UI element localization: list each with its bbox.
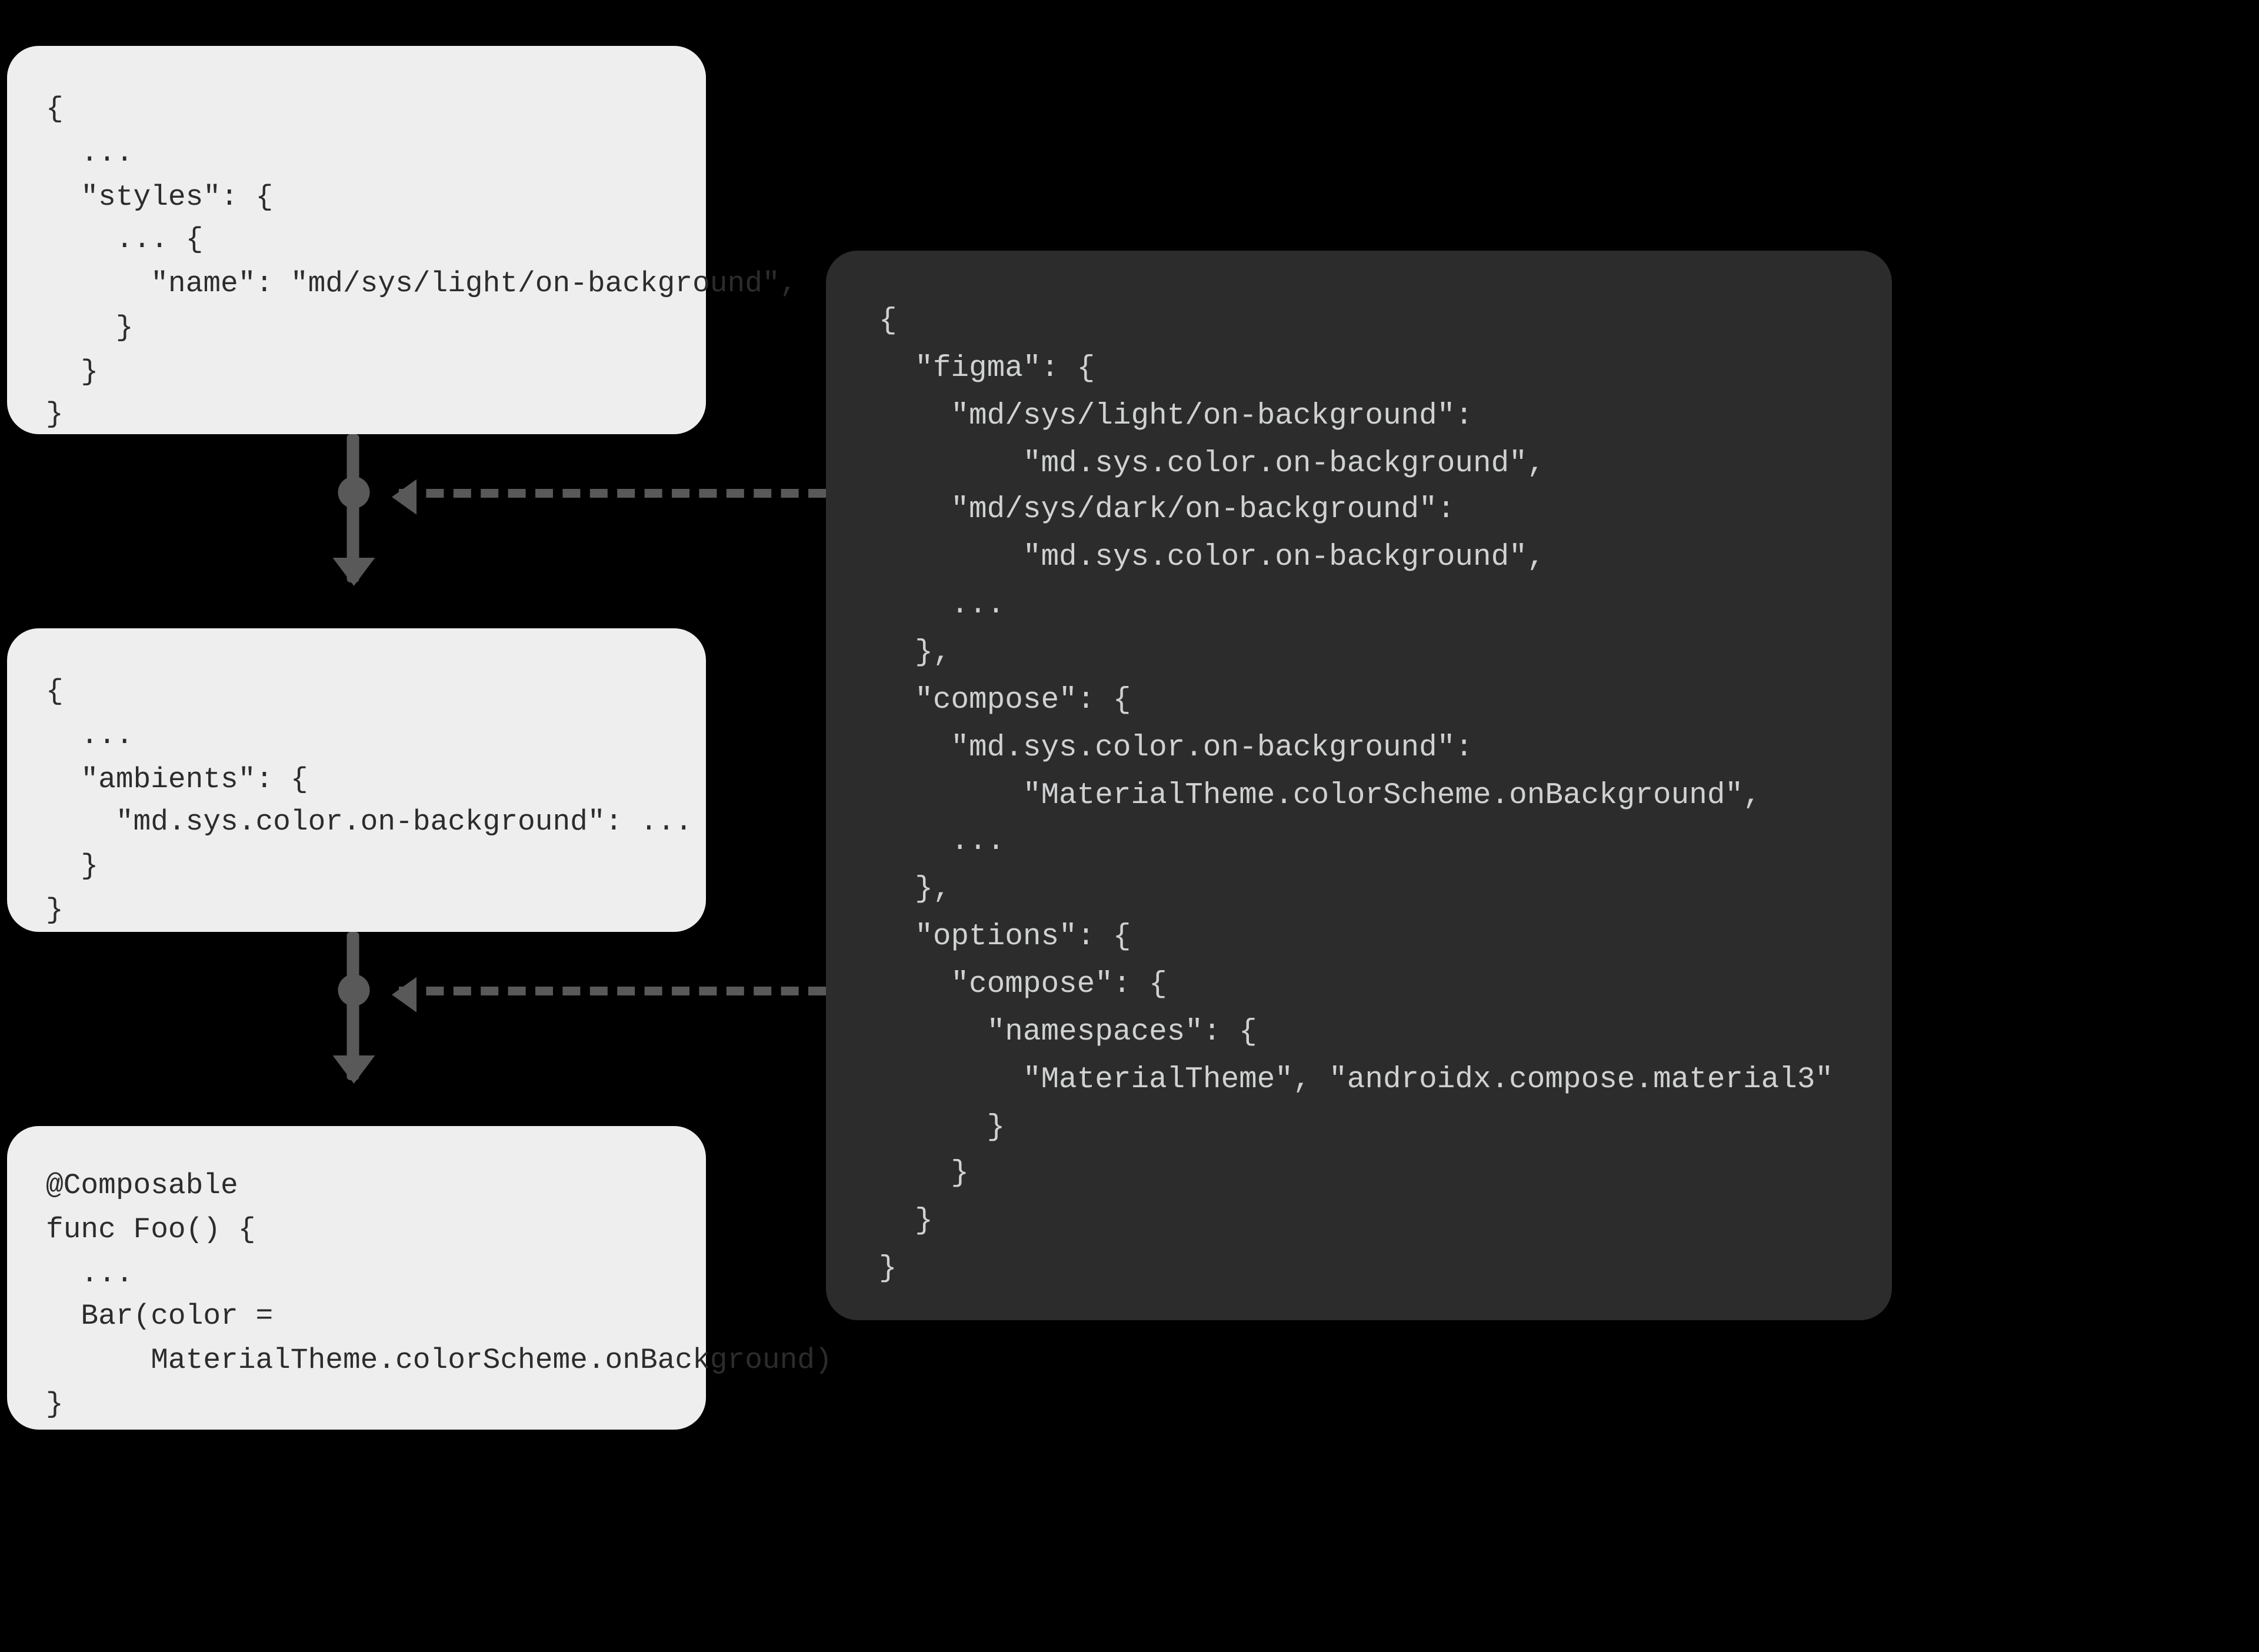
styles-json-code: { ... "styles": { ... { "name": "md/sys/… <box>46 88 667 438</box>
flow-arrow-2 <box>347 932 359 1080</box>
flow-node-icon <box>337 974 369 1006</box>
ambients-json-code: { ... "ambients": { "md.sys.color.on-bac… <box>46 671 667 933</box>
styles-json-card: { ... "styles": { ... { "name": "md/sys/… <box>7 46 706 434</box>
mapping-json-code: { "figma": { "md/sys/light/on-background… <box>879 300 1839 1295</box>
ambients-json-card: { ... "ambients": { "md.sys.color.on-bac… <box>7 628 706 932</box>
dashed-connector-1 <box>399 489 826 498</box>
flow-node-icon <box>337 477 369 508</box>
mapping-json-card: { "figma": { "md/sys/light/on-background… <box>826 251 1892 1320</box>
compose-code: @Composable func Foo() { ... Bar(color =… <box>46 1165 667 1427</box>
flow-arrow-1 <box>347 434 359 582</box>
compose-code-card: @Composable func Foo() { ... Bar(color =… <box>7 1126 706 1430</box>
dashed-connector-2 <box>399 987 826 995</box>
